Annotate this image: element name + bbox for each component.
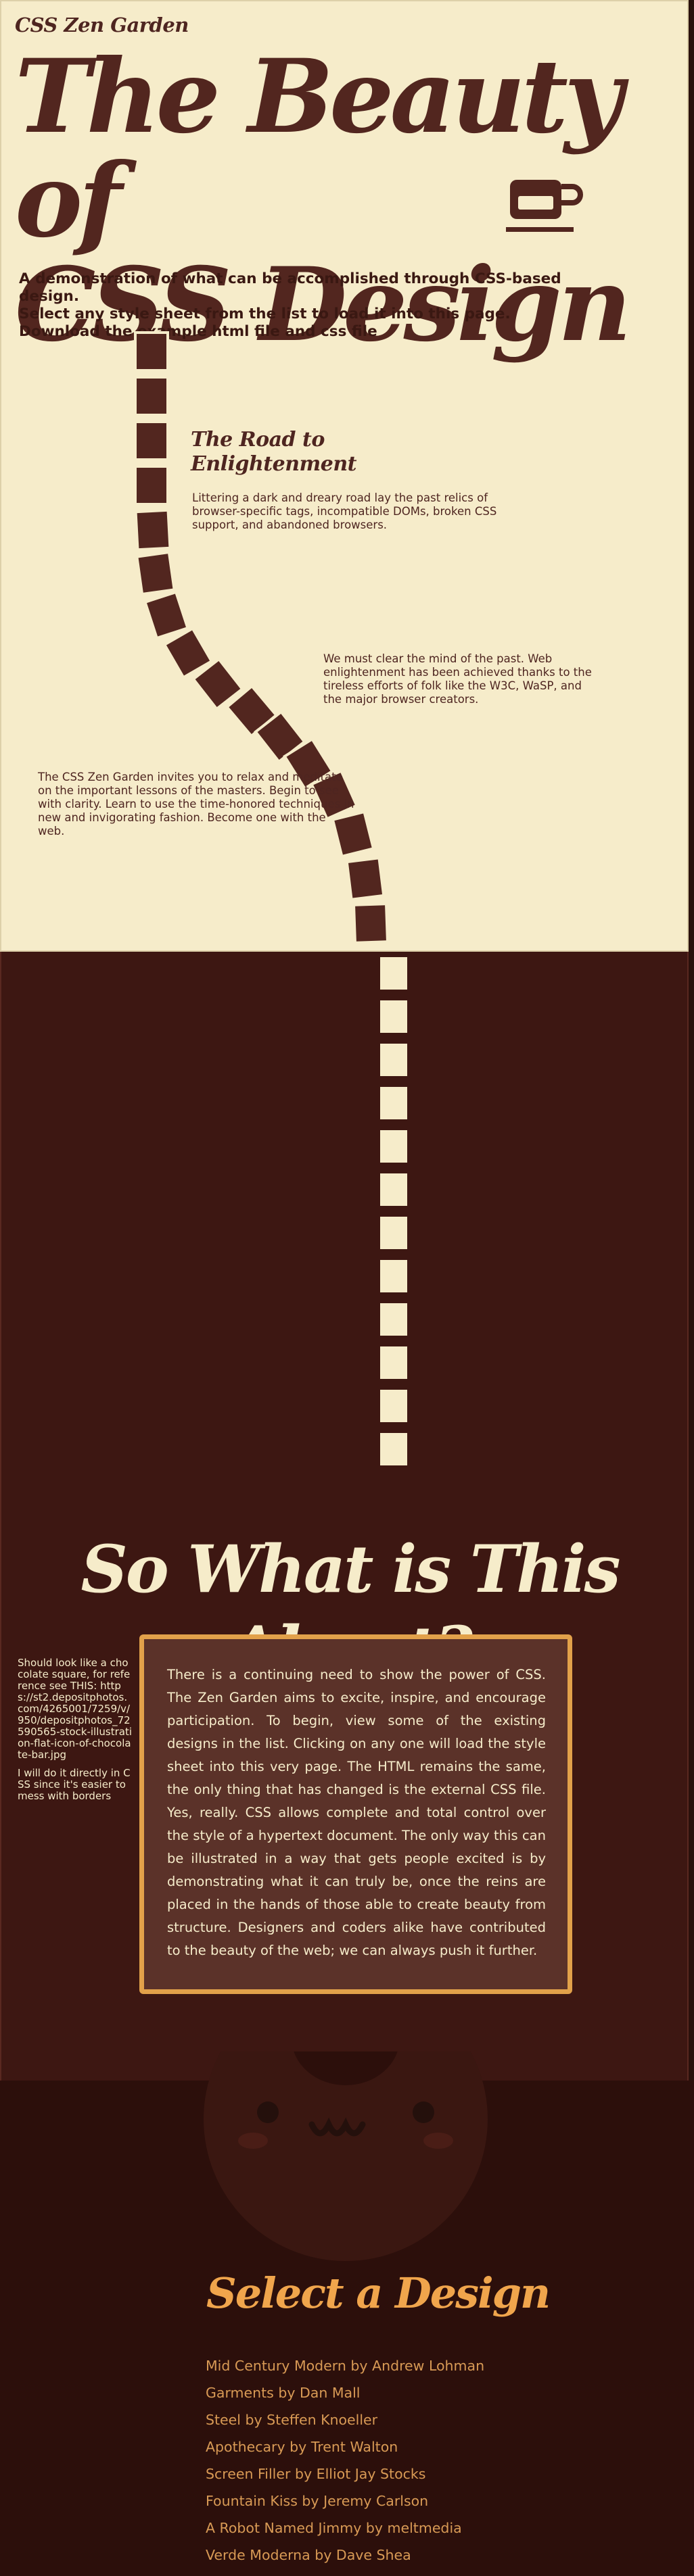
road-square (134, 420, 169, 461)
design-by: by (310, 2547, 336, 2563)
select-design-title: Select a Design (206, 2268, 551, 2318)
design-link[interactable]: Apothecary by Trent Walton (206, 2433, 484, 2460)
design-name[interactable]: Apothecary (206, 2439, 285, 2455)
design-author[interactable]: Dave Shea (336, 2547, 411, 2563)
about-body: There is a continuing need to show the p… (167, 1667, 546, 1958)
side-note: Should look like a chocolate square, for… (18, 1657, 133, 1809)
road-square (134, 331, 169, 372)
road-paragraph-1: Littering a dark and dreary road lay the… (192, 491, 497, 531)
chocolate-road (134, 331, 410, 1468)
road-square-light (377, 1171, 410, 1209)
design-link[interactable]: Mid Century Modern by Andrew Lohman (206, 2352, 484, 2379)
design-by: by (285, 2439, 311, 2455)
road-square (352, 902, 390, 944)
road-paragraph-2: We must clear the mind of the past. Web … (323, 652, 592, 706)
design-author[interactable]: Dan Mall (300, 2385, 361, 2401)
design-author[interactable]: meltmedia (388, 2520, 462, 2536)
design-list: Mid Century Modern by Andrew Lohman Garme… (206, 2352, 484, 2569)
design-by: by (297, 2493, 324, 2509)
road-square-light (377, 1127, 410, 1165)
design-link[interactable]: A Robot Named Jimmy by meltmedia (206, 2514, 484, 2542)
design-author[interactable]: Trent Walton (311, 2439, 398, 2455)
design-author[interactable]: Jeremy Carlson (323, 2493, 428, 2509)
side-note-2: I will do it directly in CSS since it's … (18, 1767, 131, 1802)
road-paragraph-3: The CSS Zen Garden invites you to relax … (38, 771, 354, 837)
road-square (143, 590, 189, 640)
about-box: There is a continuing need to show the p… (139, 1634, 572, 1994)
design-name[interactable]: Verde Moderna (206, 2547, 310, 2563)
design-link[interactable]: Fountain Kiss by Jeremy Carlson (206, 2487, 484, 2514)
design-name[interactable]: Mid Century Modern (206, 2358, 346, 2374)
design-name[interactable]: Screen Filler (206, 2466, 290, 2482)
road-title: The Road to Enlightenment (191, 428, 357, 476)
road-square-light (377, 1430, 410, 1468)
road-square (134, 465, 169, 506)
road-square-light (377, 1257, 410, 1295)
design-link[interactable]: Verde Moderna by Dave Shea (206, 2542, 484, 2569)
road-square-light (377, 1041, 410, 1079)
chocolate-face-icon (204, 2051, 488, 2261)
design-name[interactable]: Fountain Kiss (206, 2493, 298, 2509)
design-author[interactable]: Andrew Lohman (372, 2358, 484, 2374)
design-by: by (290, 2466, 317, 2482)
design-link[interactable]: Garments by Dan Mall (206, 2379, 484, 2406)
design-by: by (273, 2385, 300, 2401)
road-square-light (377, 1344, 410, 1382)
design-author[interactable]: Elliot Jay Stocks (317, 2466, 426, 2482)
road-square (135, 550, 176, 596)
design-name[interactable]: Steel (206, 2412, 241, 2428)
road-square-light (377, 1084, 410, 1122)
road-square-light (377, 954, 410, 992)
design-by: by (240, 2412, 267, 2428)
design-name[interactable]: Garments (206, 2385, 274, 2401)
road-square (134, 376, 169, 416)
design-by: by (346, 2358, 373, 2374)
design-name[interactable]: A Robot Named Jimmy (206, 2520, 361, 2536)
design-link[interactable]: Steel by Steffen Knoeller (206, 2406, 484, 2433)
side-note-1: Should look like a chocolate square, for… (18, 1657, 133, 1761)
road-square (345, 856, 386, 901)
road-square-light (377, 1387, 410, 1425)
design-link[interactable]: Screen Filler by Elliot Jay Stocks (206, 2460, 484, 2487)
road-square-light (377, 1214, 410, 1252)
design-by: by (361, 2520, 388, 2536)
road-square (134, 508, 172, 552)
design-author[interactable]: Steffen Knoeller (267, 2412, 377, 2428)
road-square-light (377, 998, 410, 1036)
road-square-light (377, 1301, 410, 1338)
